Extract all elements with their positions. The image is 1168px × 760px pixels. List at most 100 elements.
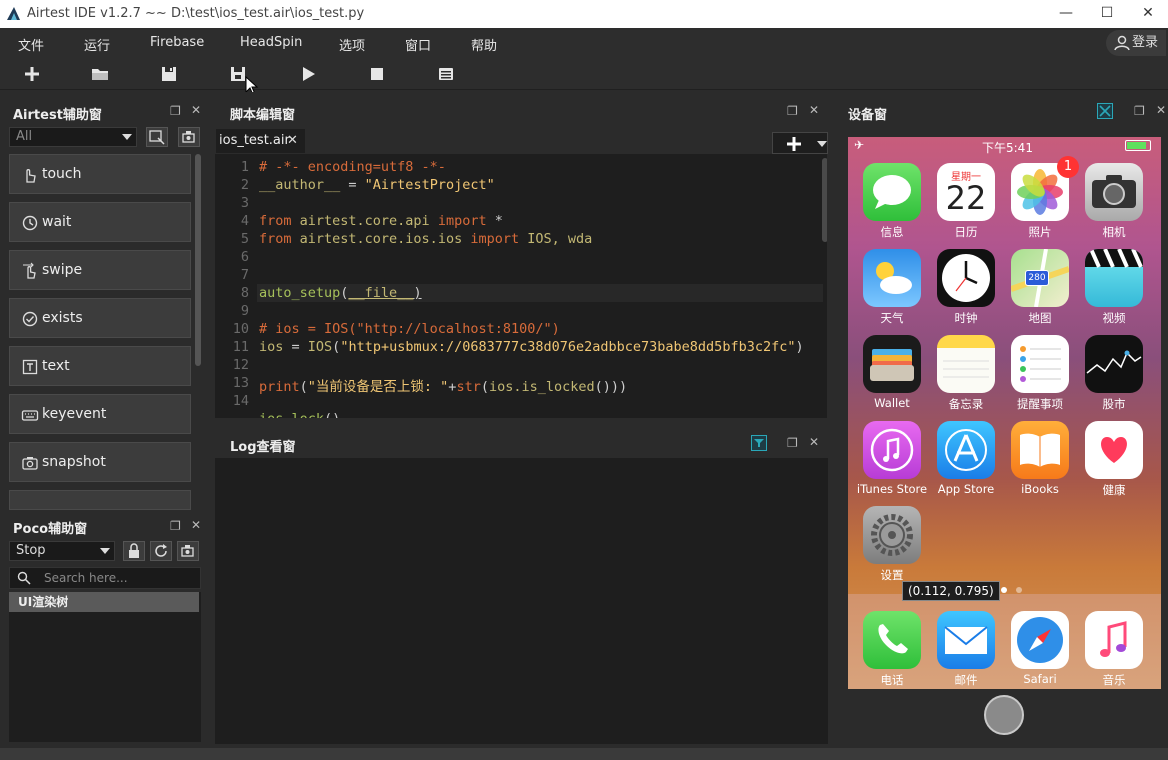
- app-photos[interactable]: 1 照片: [997, 156, 1079, 247]
- app-wallet[interactable]: Wallet: [849, 335, 923, 419]
- screenshot-button[interactable]: [146, 127, 168, 147]
- close-panel-icon[interactable]: ✕: [191, 518, 201, 532]
- airtest-logo-icon: [7, 7, 20, 20]
- float-panel-icon[interactable]: ❐: [170, 104, 181, 118]
- refresh-icon: [155, 544, 167, 557]
- api-text-button[interactable]: text: [9, 346, 191, 386]
- run-icon[interactable]: [298, 64, 318, 84]
- app-settings[interactable]: 设置: [849, 506, 923, 590]
- itunes-icon: [863, 421, 921, 479]
- api-list-scrollbar[interactable]: [195, 154, 201, 366]
- ibooks-icon: [1011, 421, 1069, 479]
- editor-scrollbar[interactable]: [822, 158, 827, 242]
- app-notes[interactable]: 备忘录: [923, 335, 997, 419]
- open-folder-icon[interactable]: [90, 64, 110, 84]
- menu-run[interactable]: 运行: [84, 35, 110, 54]
- app-clock[interactable]: 时钟: [923, 249, 997, 333]
- app-safari[interactable]: Safari: [997, 611, 1071, 689]
- app-phone[interactable]: 电话: [849, 611, 923, 689]
- log-output-area[interactable]: [215, 458, 828, 744]
- stop-icon[interactable]: [367, 64, 387, 84]
- api-keyevent-button[interactable]: keyevent: [9, 394, 191, 434]
- home-button[interactable]: [984, 695, 1024, 735]
- text-box-icon: [22, 359, 38, 375]
- line-number: 5: [240, 231, 249, 247]
- tab-ios-test[interactable]: ios_test.air ✕: [216, 129, 305, 153]
- ui-hierarchy-tree[interactable]: UI渲染树: [9, 592, 201, 742]
- app-health[interactable]: 健康: [1071, 421, 1145, 505]
- app-messages[interactable]: 信息: [849, 163, 923, 247]
- close-panel-icon[interactable]: ✕: [191, 103, 201, 117]
- app-reminders[interactable]: 提醒事项: [997, 335, 1071, 419]
- menu-firebase[interactable]: Firebase: [150, 35, 204, 50]
- app-ibooks[interactable]: iBooks: [997, 421, 1071, 505]
- app-label: 相机: [1102, 225, 1126, 239]
- title-bar: Airtest IDE v1.2.7 ~~ D:\test\ios_test.a…: [0, 0, 1168, 28]
- poco-search-input[interactable]: Search here...: [9, 567, 201, 589]
- close-panel-icon[interactable]: ✕: [1156, 103, 1166, 117]
- menu-help[interactable]: 帮助: [471, 35, 497, 54]
- swipe-hand-icon: [23, 262, 36, 279]
- app-mail[interactable]: 邮件: [923, 611, 997, 689]
- app-app-store[interactable]: App Store: [923, 421, 997, 505]
- menu-window[interactable]: 窗口: [405, 35, 431, 54]
- close-window-icon[interactable]: ✕: [1139, 4, 1157, 22]
- line-number: 8: [240, 285, 249, 301]
- minimize-icon[interactable]: —: [1057, 4, 1075, 22]
- crop-icon: [149, 130, 165, 145]
- maximize-icon[interactable]: ☐: [1098, 4, 1116, 22]
- app-maps[interactable]: 280 地图: [997, 249, 1071, 333]
- api-keyevent-label: keyevent: [42, 406, 107, 422]
- lock-button[interactable]: [123, 541, 145, 561]
- filter-icon[interactable]: [751, 435, 767, 451]
- app-stocks[interactable]: 股市: [1071, 335, 1145, 419]
- line-number: 6: [240, 249, 249, 265]
- tools-icon[interactable]: [1097, 103, 1113, 119]
- menu-file[interactable]: 文件: [18, 35, 44, 54]
- line-number: 10: [232, 321, 249, 337]
- close-tab-icon[interactable]: ✕: [287, 129, 298, 153]
- login-button[interactable]: 登录: [1106, 30, 1166, 56]
- code-editor[interactable]: 1 2 3 4 5 6 7 8 9 10 11 12 13 14 # -*- e…: [215, 154, 827, 418]
- close-panel-icon[interactable]: ✕: [809, 435, 819, 449]
- float-panel-icon[interactable]: ❐: [787, 104, 798, 118]
- status-time: 下午5:41: [982, 141, 1033, 155]
- app-camera[interactable]: 相机: [1071, 163, 1145, 247]
- new-tab-button[interactable]: [772, 132, 828, 154]
- code-line: auto_setup(__file__): [259, 285, 422, 301]
- app-label: 视频: [1102, 311, 1126, 325]
- float-panel-icon[interactable]: ❐: [170, 519, 181, 533]
- api-swipe-button[interactable]: swipe: [9, 250, 191, 290]
- api-touch-label: touch: [42, 166, 82, 182]
- api-wait-button[interactable]: wait: [9, 202, 191, 242]
- app-calendar[interactable]: 星期一 22 日历: [923, 163, 997, 247]
- record-button[interactable]: [178, 127, 200, 147]
- device-screen[interactable]: ✈ 下午5:41 信息 星期一 22 日历 1 照片 相机 天气 时钟 280 …: [848, 137, 1161, 689]
- float-panel-icon[interactable]: ❐: [787, 436, 798, 450]
- api-exists-button[interactable]: exists: [9, 298, 191, 338]
- view-log-icon[interactable]: [436, 64, 456, 84]
- menu-headspin[interactable]: HeadSpin: [240, 35, 302, 50]
- poco-mode-select[interactable]: Stop: [9, 541, 115, 561]
- api-more-button[interactable]: [9, 490, 191, 510]
- app-videos[interactable]: 视频: [1071, 249, 1145, 333]
- app-itunes-store[interactable]: iTunes Store: [849, 421, 927, 505]
- save-icon[interactable]: [159, 64, 179, 84]
- close-panel-icon[interactable]: ✕: [809, 103, 819, 117]
- api-filter-select[interactable]: All: [9, 127, 137, 147]
- refresh-button[interactable]: [150, 541, 172, 561]
- new-file-icon[interactable]: [22, 64, 42, 84]
- tab-label: ios_test.air: [219, 133, 290, 148]
- api-touch-button[interactable]: touch: [9, 154, 191, 194]
- poco-record-button[interactable]: [177, 541, 199, 561]
- app-weather[interactable]: 天气: [849, 249, 923, 333]
- app-music[interactable]: 音乐: [1071, 611, 1145, 689]
- float-panel-icon[interactable]: ❐: [1134, 104, 1145, 118]
- stocks-icon: [1085, 335, 1143, 393]
- safari-compass-icon: [1011, 611, 1069, 669]
- airtest-panel-title: Airtest辅助窗: [13, 108, 102, 123]
- menu-options[interactable]: 选项: [339, 35, 365, 54]
- tree-root-item[interactable]: UI渲染树: [9, 592, 199, 612]
- chevron-down-icon[interactable]: [817, 141, 827, 147]
- api-snapshot-button[interactable]: snapshot: [9, 442, 191, 482]
